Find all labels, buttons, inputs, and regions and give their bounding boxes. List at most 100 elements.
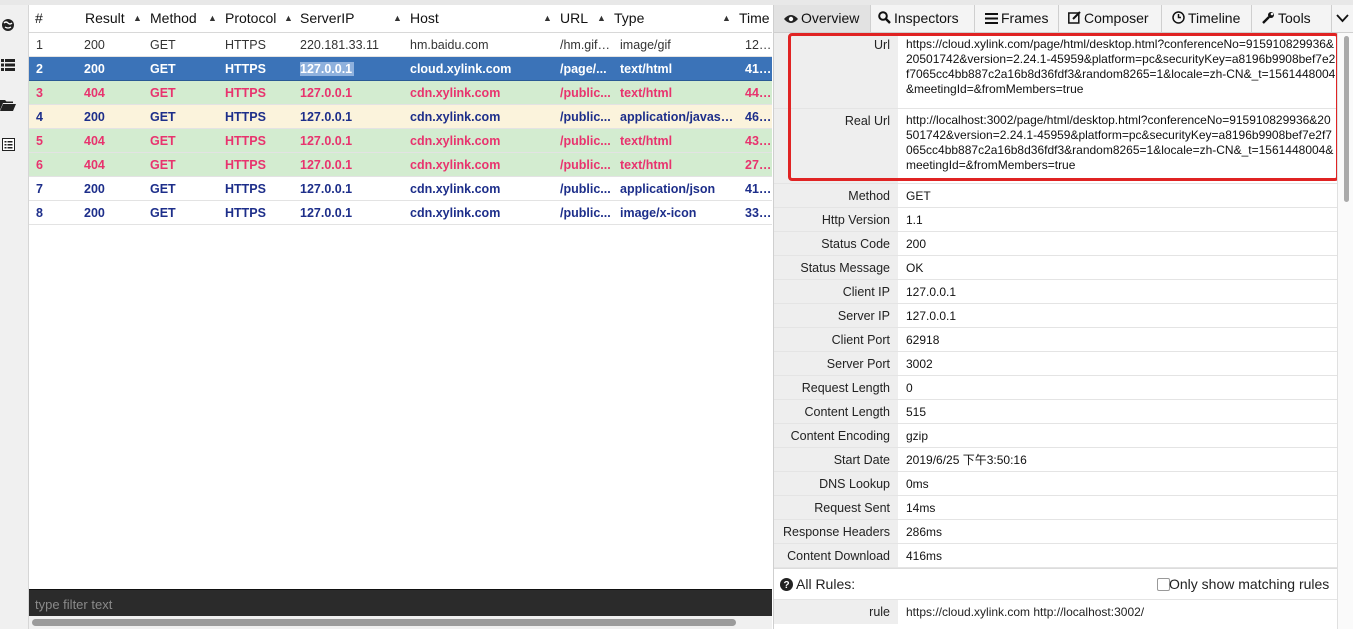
cell-host: cdn.xylink.com bbox=[410, 110, 501, 124]
property-value[interactable]: 2019/6/25 下午3:50:16 bbox=[898, 448, 1336, 472]
property-row: Request Sent 14ms bbox=[774, 496, 1337, 520]
sort-arrows-icon[interactable]: ▲ bbox=[543, 5, 552, 32]
scrollbar-thumb[interactable] bbox=[32, 619, 736, 626]
property-value[interactable]: 0 bbox=[898, 376, 1336, 400]
only-matching-label[interactable]: Only show matching rules bbox=[1169, 576, 1329, 592]
property-value[interactable]: 62918 bbox=[898, 328, 1336, 352]
cell-num: 7 bbox=[36, 182, 43, 196]
property-row: Response Headers 286ms bbox=[774, 520, 1337, 544]
property-key: Http Version bbox=[774, 208, 898, 231]
table-row[interactable]: 8 200 GET HTTPS 127.0.0.1 cdn.xylink.com… bbox=[29, 201, 772, 225]
cell-serverip: 127.0.0.1 bbox=[300, 86, 353, 100]
cell-url: /public... bbox=[560, 182, 611, 196]
property-row: Http Version 1.1 bbox=[774, 208, 1337, 232]
property-value[interactable]: GET bbox=[898, 184, 1336, 208]
tab-frames[interactable]: Frames bbox=[975, 5, 1059, 32]
cell-num: 1 bbox=[36, 38, 43, 52]
column-header-host[interactable]: Host bbox=[410, 5, 439, 32]
property-row: Status Code 200 bbox=[774, 232, 1337, 256]
property-row: Server Port 3002 bbox=[774, 352, 1337, 376]
property-value[interactable]: 515 bbox=[898, 400, 1336, 424]
document-list-icon[interactable] bbox=[0, 136, 16, 152]
clock-icon bbox=[1172, 6, 1185, 33]
column-header-protocol[interactable]: Protocol bbox=[225, 5, 276, 32]
tab-inspectors[interactable]: Inspectors bbox=[871, 5, 975, 32]
property-row: Client IP 127.0.0.1 bbox=[774, 280, 1337, 304]
sort-arrows-icon[interactable]: ▲ bbox=[284, 5, 293, 32]
filter-input[interactable] bbox=[33, 594, 757, 614]
cell-time: 443ms bbox=[745, 86, 772, 100]
sort-arrows-icon[interactable]: ▲ bbox=[722, 5, 731, 32]
column-header-method[interactable]: Method bbox=[150, 5, 197, 32]
sort-arrows-icon[interactable]: ▲ bbox=[208, 5, 217, 32]
table-row[interactable]: 4 200 GET HTTPS 127.0.0.1 cdn.xylink.com… bbox=[29, 105, 772, 129]
property-row: Content Length 515 bbox=[774, 400, 1337, 424]
property-value[interactable]: 14ms bbox=[898, 496, 1336, 520]
column-header-time[interactable]: Time bbox=[739, 5, 770, 32]
property-value[interactable]: 0ms bbox=[898, 472, 1336, 496]
property-value[interactable]: 127.0.0.1 bbox=[898, 304, 1336, 328]
horizontal-scrollbar[interactable] bbox=[29, 616, 772, 629]
column-header-result[interactable]: Result bbox=[85, 5, 125, 32]
property-value[interactable]: 3002 bbox=[898, 352, 1336, 376]
folder-open-icon[interactable] bbox=[0, 97, 16, 113]
cell-num: 2 bbox=[36, 62, 43, 76]
cell-protocol: HTTPS bbox=[225, 134, 266, 148]
property-row: Content Encoding gzip bbox=[774, 424, 1337, 448]
column-header-num[interactable]: # bbox=[35, 5, 43, 32]
tabs-overflow-button[interactable] bbox=[1332, 5, 1353, 32]
cell-type: application/json bbox=[620, 182, 716, 196]
sort-arrows-icon[interactable]: ▲ bbox=[393, 5, 402, 32]
tab-tools[interactable]: Tools bbox=[1252, 5, 1332, 32]
tab-label: Frames bbox=[1001, 10, 1049, 26]
sort-arrows-icon[interactable]: ▲ bbox=[133, 5, 142, 32]
help-icon[interactable]: ? bbox=[780, 578, 793, 594]
cell-serverip: 127.0.0.1 bbox=[300, 110, 353, 124]
table-row[interactable]: 7 200 GET HTTPS 127.0.0.1 cdn.xylink.com… bbox=[29, 177, 772, 201]
vertical-scrollbar[interactable] bbox=[1337, 33, 1353, 629]
cell-result: 200 bbox=[84, 182, 105, 196]
cell-url: /public... bbox=[560, 134, 611, 148]
property-value[interactable]: 127.0.0.1 bbox=[898, 280, 1336, 304]
scrollbar-thumb[interactable] bbox=[1344, 36, 1349, 202]
property-value[interactable]: gzip bbox=[898, 424, 1336, 448]
cell-url: /public... bbox=[560, 206, 611, 220]
cell-protocol: HTTPS bbox=[225, 62, 266, 76]
rule-key: rule bbox=[774, 600, 898, 624]
property-row: Start Date 2019/6/25 下午3:50:16 bbox=[774, 448, 1337, 472]
cell-protocol: HTTPS bbox=[225, 38, 266, 52]
url-highlight-box bbox=[788, 33, 1339, 181]
cell-host: cdn.xylink.com bbox=[410, 182, 501, 196]
cell-time: 434ms bbox=[745, 134, 772, 148]
list-icon[interactable] bbox=[0, 57, 16, 73]
property-value[interactable]: 200 bbox=[898, 232, 1336, 256]
property-key: Client Port bbox=[774, 328, 898, 351]
table-row[interactable]: 1 200 GET HTTPS 220.181.33.11 hm.baidu.c… bbox=[29, 33, 772, 57]
property-value[interactable]: 1.1 bbox=[898, 208, 1336, 232]
cell-protocol: HTTPS bbox=[225, 182, 266, 196]
column-header-serverip[interactable]: ServerIP bbox=[300, 5, 354, 32]
table-row[interactable]: 5 404 GET HTTPS 127.0.0.1 cdn.xylink.com… bbox=[29, 129, 772, 153]
column-header-type[interactable]: Type bbox=[614, 5, 644, 32]
table-row[interactable]: 3 404 GET HTTPS 127.0.0.1 cdn.xylink.com… bbox=[29, 81, 772, 105]
sort-arrows-icon[interactable]: ▲ bbox=[597, 5, 606, 32]
tab-overview[interactable]: Overview bbox=[774, 5, 871, 32]
rule-value[interactable]: https://cloud.xylink.com http://localhos… bbox=[906, 600, 1144, 624]
property-value[interactable]: 286ms bbox=[898, 520, 1336, 544]
tab-composer[interactable]: Composer bbox=[1059, 5, 1162, 32]
edit-icon bbox=[1068, 6, 1081, 33]
table-row[interactable]: 2 200 GET HTTPS 127.0.0.1 cloud.xylink.c… bbox=[29, 57, 772, 81]
property-value[interactable]: 416ms bbox=[898, 544, 1336, 568]
cell-type: text/html bbox=[620, 86, 673, 100]
cell-host: cdn.xylink.com bbox=[410, 134, 501, 148]
cell-protocol: HTTPS bbox=[225, 86, 266, 100]
property-key: Request Length bbox=[774, 376, 898, 399]
globe-icon[interactable] bbox=[0, 17, 16, 33]
table-row[interactable]: 6 404 GET HTTPS 127.0.0.1 cdn.xylink.com… bbox=[29, 153, 772, 177]
column-header-url[interactable]: URL bbox=[560, 5, 588, 32]
cell-protocol: HTTPS bbox=[225, 110, 266, 124]
session-list-header: # Result ▲ Method ▲ Protocol ▲ ServerIP … bbox=[29, 5, 772, 33]
tab-timeline[interactable]: Timeline bbox=[1162, 5, 1252, 32]
property-value[interactable]: OK bbox=[898, 256, 1336, 280]
cell-serverip-wrap: 127.0.0.1 bbox=[300, 57, 405, 81]
